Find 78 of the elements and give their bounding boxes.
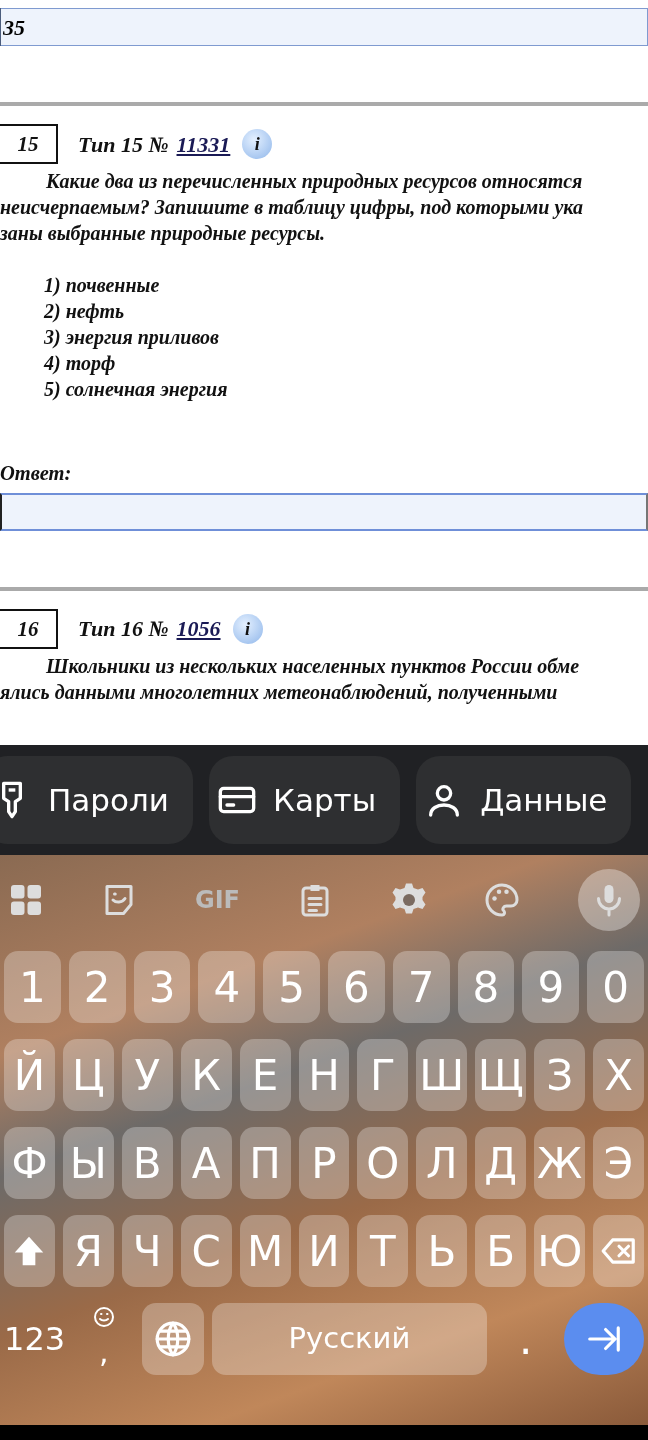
keyboard-key[interactable]: Ж xyxy=(534,1127,586,1199)
apps-grid-icon[interactable] xyxy=(8,882,44,918)
keyboard-key[interactable]: . xyxy=(495,1303,557,1375)
keyboard-key[interactable]: Т xyxy=(357,1215,409,1287)
keyboard-key[interactable]: , xyxy=(73,1303,135,1375)
answer-label: Ответ: xyxy=(0,461,73,486)
keyboard-key[interactable]: А xyxy=(180,1127,232,1199)
keyboard-key[interactable]: Ш xyxy=(416,1039,468,1111)
keyboard-key[interactable]: Ф xyxy=(4,1127,55,1199)
answer-option: 4) торф xyxy=(0,350,648,376)
keyboard-key[interactable]: Р xyxy=(298,1127,350,1199)
keyboard-key[interactable]: 5 xyxy=(263,951,320,1023)
keyboard-key[interactable]: И xyxy=(298,1215,350,1287)
gif-button[interactable]: GIF xyxy=(194,882,240,918)
keyboard-key[interactable]: Н xyxy=(298,1039,350,1111)
keyboard-key[interactable] xyxy=(593,1215,644,1287)
keyboard-key[interactable]: С xyxy=(180,1215,232,1287)
keyboard-key[interactable]: Л xyxy=(416,1127,468,1199)
keyboard-key[interactable] xyxy=(142,1303,204,1375)
keyboard-key[interactable]: В xyxy=(121,1127,173,1199)
question-link[interactable]: 11331 xyxy=(176,127,231,161)
question-text: заны выбранные природные ресурсы. xyxy=(0,221,327,246)
question-number: 15 xyxy=(0,124,58,164)
keyboard-key[interactable]: П xyxy=(239,1127,291,1199)
keyboard-key[interactable]: 9 xyxy=(522,951,580,1023)
keyboard-key[interactable]: З xyxy=(534,1039,586,1111)
answer-field[interactable] xyxy=(0,492,648,531)
suggestion-chip[interactable]: Пароли xyxy=(0,756,193,844)
keyboard-key[interactable]: Ц xyxy=(62,1039,114,1111)
keyboard-key[interactable]: М xyxy=(239,1215,291,1287)
answer-option: 2) нефть xyxy=(0,298,648,324)
keyboard-key[interactable]: 2 xyxy=(68,951,126,1023)
answer-option: 1) почвенные xyxy=(0,272,648,298)
question-link[interactable]: 1056 xyxy=(176,612,221,646)
info-button[interactable]: i xyxy=(232,613,263,644)
keyboard-key[interactable]: Б xyxy=(475,1215,527,1287)
answer-field[interactable]: 35 xyxy=(0,8,648,46)
keyboard-key[interactable]: 0 xyxy=(587,951,644,1023)
question-text: Какие два из перечисленных природных ресурсов относятся xyxy=(45,169,584,194)
keyboard-key[interactable]: Г xyxy=(357,1039,409,1111)
keyboard-key[interactable]: 8 xyxy=(457,951,515,1023)
keyboard-key[interactable] xyxy=(4,1215,55,1287)
palette-icon[interactable] xyxy=(484,882,521,918)
question-text: Школьники из нескольких населенных пунктов России обме xyxy=(45,653,581,679)
question-text: неисчерпаемым? Запишите в таблицу цифры, под которыми ука xyxy=(0,195,584,220)
globe-icon xyxy=(154,1320,193,1358)
question-text: ялись данными многолетних метеонаблюдений, полученными xyxy=(0,679,559,705)
keyboard-key[interactable]: Ь xyxy=(416,1215,468,1287)
keyboard-key[interactable]: У xyxy=(121,1039,173,1111)
keyboard-key[interactable]: Щ xyxy=(475,1039,527,1111)
answer-option: 3) энергия приливов xyxy=(0,324,648,350)
keyboard-key[interactable]: 6 xyxy=(328,951,385,1023)
keyboard-key[interactable]: 4 xyxy=(198,951,256,1023)
suggestion-chip[interactable]: Карты xyxy=(208,756,401,844)
keyboard-key[interactable]: Ы xyxy=(62,1127,114,1199)
keyboard-key[interactable]: О xyxy=(357,1127,409,1199)
answer-option: 5) солнечная энергия xyxy=(0,376,648,402)
question-number: 16 xyxy=(0,608,58,649)
info-button[interactable]: i xyxy=(242,129,273,159)
keyboard-key[interactable]: Е xyxy=(239,1039,291,1111)
keyboard-key[interactable]: Ч xyxy=(121,1215,173,1287)
keyboard-key[interactable]: 3 xyxy=(133,951,191,1023)
keyboard-key[interactable]: Ю xyxy=(534,1215,586,1287)
emoji-icon xyxy=(91,1304,116,1329)
keyboard-key[interactable]: К xyxy=(180,1039,232,1111)
comma-label: , xyxy=(99,1332,109,1371)
suggestion-chip[interactable]: Данные xyxy=(416,756,632,844)
question-type: Тип 16 № xyxy=(78,615,169,644)
keyboard-key[interactable]: 123 xyxy=(4,1303,66,1375)
keyboard-key[interactable]: 7 xyxy=(392,951,450,1023)
keyboard-key[interactable]: Э xyxy=(593,1127,644,1199)
keyboard-key[interactable]: 1 xyxy=(4,951,61,1023)
keyboard-key[interactable]: Д xyxy=(475,1127,527,1199)
question-type: Тип 15 № xyxy=(78,130,169,159)
space-key[interactable]: Русский xyxy=(211,1303,488,1375)
keyboard-key[interactable]: Я xyxy=(62,1215,114,1287)
keyboard-key[interactable]: Й xyxy=(4,1039,55,1111)
keyboard-key[interactable]: Х xyxy=(593,1039,644,1111)
